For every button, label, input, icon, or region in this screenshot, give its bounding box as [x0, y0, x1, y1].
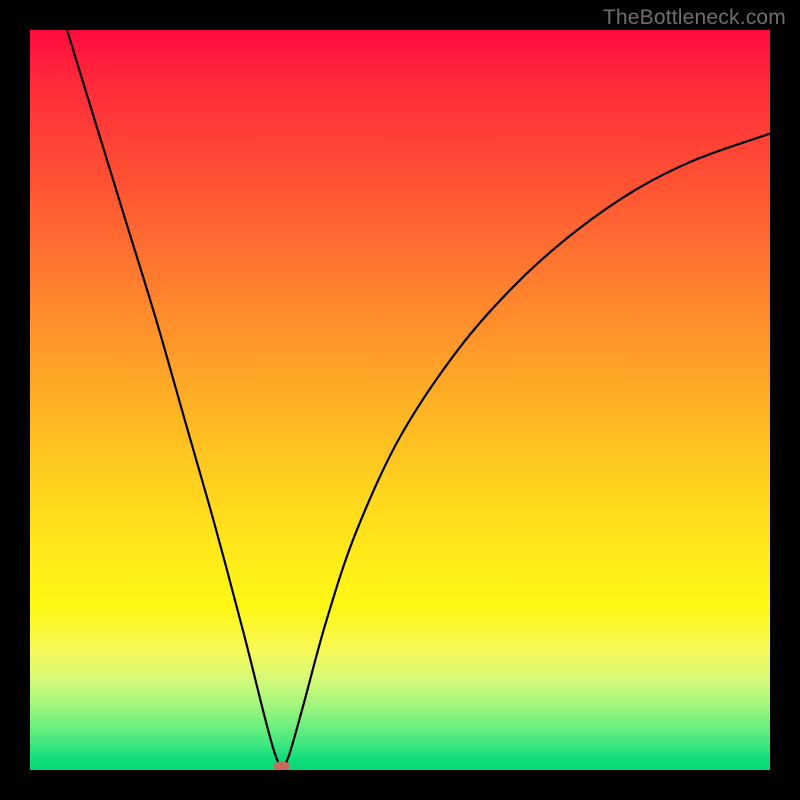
- plot-area: [30, 30, 770, 770]
- curve-svg: [30, 30, 770, 770]
- chart-frame: TheBottleneck.com: [0, 0, 800, 800]
- watermark-text: TheBottleneck.com: [603, 6, 786, 30]
- bottleneck-curve: [67, 30, 770, 766]
